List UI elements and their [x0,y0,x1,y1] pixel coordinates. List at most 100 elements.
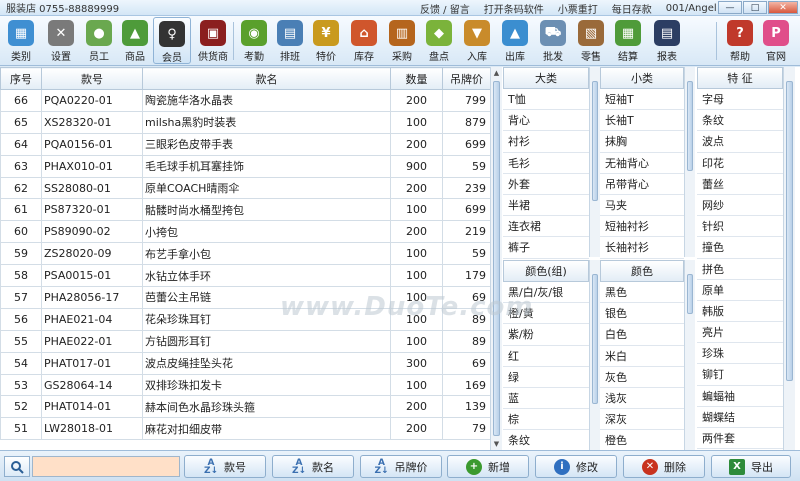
list-item[interactable]: 黑色 [600,282,684,304]
list-item[interactable]: 银色 [600,303,684,325]
scroll-up-arrow-icon[interactable]: ▲ [491,67,502,79]
maximize-button[interactable]: □ [743,1,767,14]
list-item[interactable]: 无袖背心 [600,153,684,174]
list-item[interactable]: 外套 [503,174,589,195]
list-item[interactable]: 两件套 [697,428,783,450]
table-row[interactable]: 54 PHAT017-01 波点皮绳挂坠头花 300 69 [0,351,491,375]
toolbar-button-schedule[interactable]: ▤ 排班 [273,17,307,64]
list-item[interactable]: 网纱 [697,195,783,217]
toolbar-button-report[interactable]: ▤ 报表 [647,17,687,64]
toolbar-button-category[interactable]: ▦ 类别 [2,17,40,64]
list-item[interactable]: 背心 [503,110,589,132]
table-row[interactable]: 62 SS28080-01 原单COACH晴雨伞 200 239 [0,176,491,200]
list-item[interactable]: 短袖衬衫 [600,216,684,238]
scroll-down-arrow-icon[interactable]: ▼ [491,438,502,450]
list-item[interactable]: 半裙 [503,195,589,217]
col-qty[interactable]: 数量 [390,67,443,90]
list-item[interactable]: 短袖T [600,89,684,111]
col-price[interactable]: 吊牌价 [442,67,491,90]
table-row[interactable]: 64 PQA0156-01 三眼彩色皮带手表 200 699 [0,132,491,156]
scroll-thumb[interactable] [786,81,793,381]
col-index[interactable]: 序号 [0,67,42,90]
list-item[interactable]: 印花 [697,153,783,174]
table-row[interactable]: 55 PHAE022-01 方钻圆形耳钉 100 89 [0,329,491,353]
minor-category-scrollbar[interactable] [684,67,695,257]
export-button[interactable]: X 导出 [711,455,791,478]
daily-deposit-link[interactable]: 每日存款 [612,1,652,16]
list-item[interactable]: 蝙蝠袖 [697,386,783,407]
list-item[interactable]: 韩版 [697,301,783,323]
table-row[interactable]: 59 ZS28020-09 布艺手拿小包 100 59 [0,242,491,266]
scroll-thumb[interactable] [687,81,693,171]
list-item[interactable]: 深灰 [600,409,684,431]
list-item[interactable]: 连衣裙 [503,216,589,238]
toolbar-button-stocktake[interactable]: ◆ 盘点 [421,17,457,64]
list-item[interactable]: T恤 [503,89,589,111]
list-item[interactable]: 马夹 [600,195,684,217]
list-item[interactable]: 条纹 [697,110,783,132]
list-item[interactable]: 红 [503,346,589,367]
list-item[interactable]: 蓝 [503,388,589,410]
toolbar-button-settlement[interactable]: ▦ 结算 [610,17,646,64]
list-item[interactable]: 珍珠 [697,343,783,365]
list-item[interactable]: 衬衫 [503,131,589,153]
list-item[interactable]: 铆钉 [697,364,783,386]
table-row[interactable]: 58 PSA0015-01 水钻立体手环 100 179 [0,264,491,288]
open-barcode-link[interactable]: 打开条码软件 [484,1,544,16]
list-item[interactable]: 棕 [503,409,589,431]
list-item[interactable]: 撞色 [697,237,783,259]
table-row[interactable]: 66 PQA0220-01 陶瓷施华洛水晶表 200 799 [0,89,491,112]
scroll-thumb[interactable] [592,81,598,201]
toolbar-button-staff[interactable]: ● 员工 [82,17,116,64]
list-item[interactable]: 浅灰 [600,388,684,410]
toolbar-button-inventory[interactable]: ⌂ 库存 [346,17,382,64]
table-row[interactable]: 60 PS89090-02 小挎包 200 219 [0,220,491,244]
table-row[interactable]: 51 LW28018-01 麻花对扣细皮带 200 79 [0,417,491,441]
feedback-link[interactable]: 反馈 / 留言 [420,1,470,16]
product-table-scrollbar[interactable]: ▲ ▼ [490,67,502,450]
list-item[interactable]: 亮片 [697,322,783,344]
table-row[interactable]: 61 PS87320-01 骷髅时尚水桶型挎包 100 699 [0,198,491,222]
color-group-scrollbar[interactable] [589,260,600,450]
toolbar-button-settings-tools[interactable]: ✕ 设置 [42,17,80,64]
list-item[interactable]: 灰色 [600,367,684,388]
sort-by-code-button[interactable]: A Z↓ 款号 [184,455,266,478]
toolbar-button-purchase[interactable]: ▥ 采购 [384,17,420,64]
toolbar-button-stock-in[interactable]: ▼ 入库 [459,17,495,64]
toolbar-button-member[interactable]: ♀ 会员 [153,17,191,64]
feature-scrollbar[interactable] [783,67,795,450]
toolbar-button-help[interactable]: ? 帮助 [723,17,757,64]
list-item[interactable]: 蕾丝 [697,174,783,195]
list-item[interactable]: 长袖T [600,110,684,132]
sort-by-name-button[interactable]: A Z↓ 款名 [272,455,354,478]
table-row[interactable]: 53 GS28064-14 双排珍珠扣发卡 100 169 [0,373,491,397]
list-item[interactable]: 橙色 [600,430,684,452]
list-item[interactable]: 白色 [600,324,684,346]
table-row[interactable]: 65 XS28320-01 milsha黑豹时装表 100 879 [0,110,491,134]
search-input[interactable] [32,456,180,477]
list-item[interactable]: 抹胸 [600,131,684,153]
sort-by-price-button[interactable]: A Z↓ 吊牌价 [360,455,442,478]
col-code[interactable]: 款号 [41,67,143,90]
list-item[interactable]: 长袖衬衫 [600,237,684,259]
toolbar-button-wholesale[interactable]: ⛟ 批发 [535,17,571,64]
search-button[interactable] [4,456,30,477]
minimize-button[interactable]: — [718,1,742,14]
col-name[interactable]: 款名 [142,67,391,90]
delete-button[interactable]: ✕ 删除 [623,455,705,478]
list-item[interactable]: 蝴蝶结 [697,407,783,428]
list-item[interactable]: 米白 [600,346,684,367]
major-category-scrollbar[interactable] [589,67,600,257]
table-row[interactable]: 63 PHAX010-01 毛毛球手机耳塞挂饰 900 59 [0,154,491,178]
scroll-thumb[interactable] [493,81,500,436]
toolbar-button-goods[interactable]: ▲ 商品 [118,17,152,64]
list-item[interactable]: 吊带背心 [600,174,684,195]
toolbar-button-special-price[interactable]: ¥ 特价 [308,17,344,64]
list-item[interactable]: 裤子 [503,237,589,259]
toolbar-button-retail[interactable]: ▧ 零售 [573,17,609,64]
list-item[interactable]: 绿 [503,367,589,388]
list-item[interactable]: 波点 [697,131,783,153]
current-user[interactable]: 001/Angel [666,3,717,14]
list-item[interactable]: 条纹 [503,430,589,452]
toolbar-button-supplier[interactable]: ▣ 供货商 [193,17,233,64]
